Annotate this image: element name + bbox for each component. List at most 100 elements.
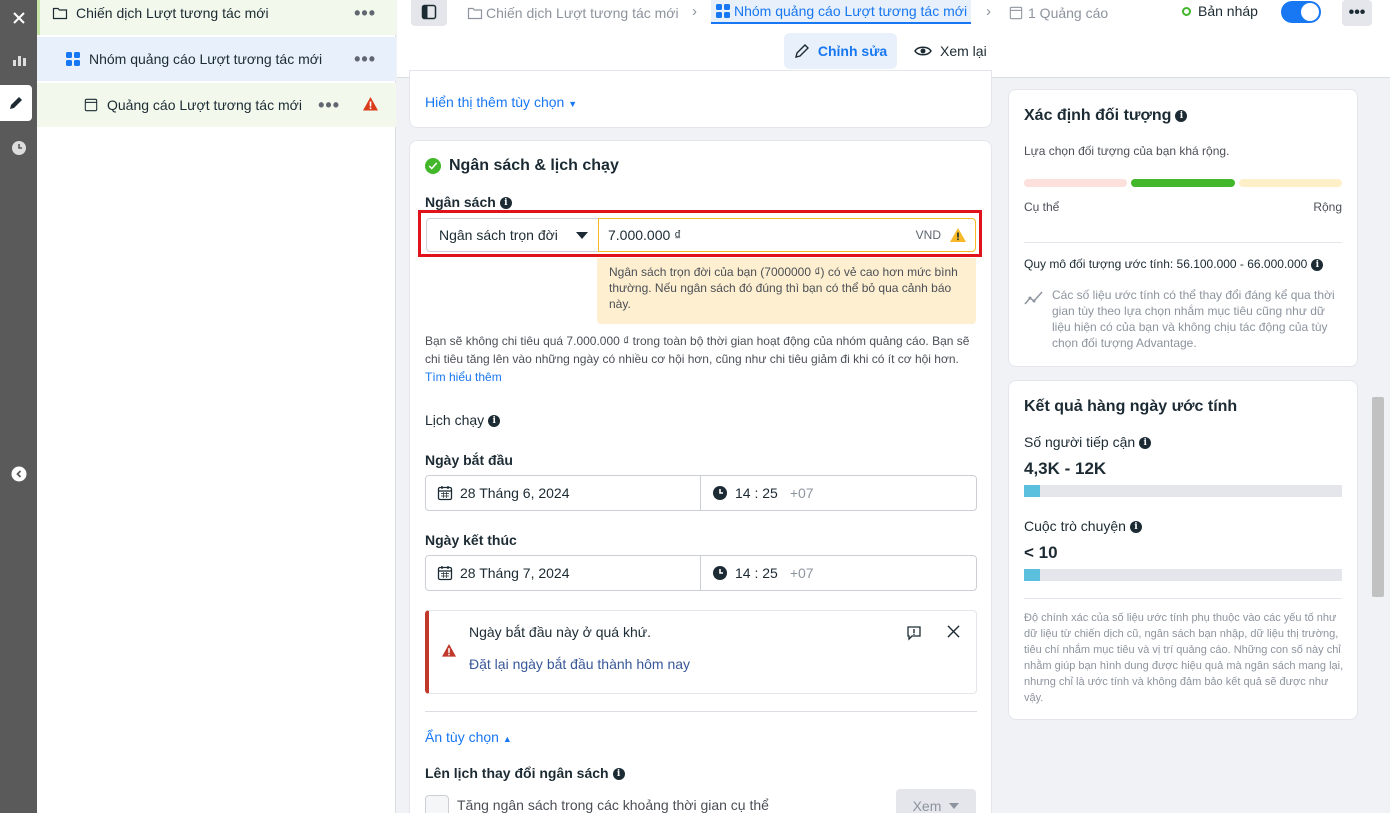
schedule-label-text: Lịch chạy: [425, 412, 485, 428]
tree-item-adset[interactable]: Nhóm quảng cáo Lượt tương tác mới •••: [37, 37, 396, 81]
results-footnote: Độ chính xác của số liệu ước tính phụ th…: [1024, 612, 1344, 704]
calendar-icon: [437, 486, 453, 501]
budget-type-select[interactable]: Ngân sách trọn đời: [426, 218, 599, 252]
budget-amount-input[interactable]: 7.000.000 ₫ VND: [598, 218, 976, 252]
reach-label-text: Số người tiếp cận: [1024, 434, 1136, 450]
info-icon[interactable]: i: [1139, 437, 1152, 450]
info-icon[interactable]: i: [612, 768, 625, 781]
breadcrumb-adset[interactable]: Nhóm quảng cáo Lượt tương tác mới: [711, 0, 972, 24]
start-date-label: Ngày bắt đầu: [425, 452, 513, 468]
end-time-input[interactable]: 14 : 25 +07: [701, 556, 814, 590]
divider: [425, 711, 977, 712]
budget-schedule-label-text: Lên lịch thay đổi ngân sách: [425, 765, 609, 781]
start-time-input[interactable]: 14 : 25 +07: [701, 476, 814, 510]
schedule-label: Lịch chạy i: [425, 412, 501, 428]
budget-amount-value: 7.000.000 ₫: [608, 227, 682, 243]
tree-ad-label: Quảng cáo Lượt tương tác mới: [107, 97, 302, 113]
adset-more-button[interactable]: •••: [354, 49, 376, 70]
see-button[interactable]: Xem: [896, 789, 976, 813]
hide-options-label: Ẩn tùy chọn: [425, 729, 499, 745]
end-date-value: 28 Tháng 7, 2024: [460, 565, 570, 581]
feedback-icon[interactable]: [906, 625, 922, 644]
conversations-label-text: Cuộc trò chuyện: [1024, 518, 1126, 534]
timezone-label: +07: [789, 565, 814, 581]
check-circle-icon: [425, 158, 441, 174]
hide-options-link[interactable]: Ẩn tùy chọn ▲: [425, 729, 512, 745]
review-button-label: Xem lại: [940, 43, 987, 59]
panel-toggle-button[interactable]: [411, 0, 447, 26]
meter-segment-specific: [1024, 179, 1128, 187]
top-bar: Chiến dịch Lượt tương tác mới › Nhóm quả…: [397, 0, 1390, 78]
show-more-options-label: Hiển thị thêm tùy chọn: [425, 94, 565, 110]
status-label: Bản nháp: [1198, 3, 1258, 19]
budget-description: Bạn sẽ không chi tiêu quá 7.000.000 ₫ tr…: [425, 332, 981, 386]
breadcrumb-ad[interactable]: 1 Quảng cáo: [1009, 3, 1108, 23]
info-icon[interactable]: i: [499, 197, 512, 210]
warning-icon: [362, 96, 379, 115]
breadcrumb-campaign[interactable]: Chiến dịch Lượt tương tác mới: [467, 3, 679, 23]
pencil-icon[interactable]: [0, 85, 32, 121]
info-icon[interactable]: i: [1129, 521, 1142, 534]
breadcrumb-adset-label: Nhóm quảng cáo Lượt tương tác mới: [734, 3, 968, 19]
close-icon[interactable]: [0, 0, 37, 36]
start-date-input[interactable]: 28 Tháng 6, 2024: [426, 476, 701, 510]
daily-results-card: Kết quả hàng ngày ước tính Số người tiếp…: [1008, 380, 1358, 720]
timezone-label: +07: [789, 485, 814, 501]
info-icon[interactable]: i: [1311, 258, 1324, 271]
conversations-value: < 10: [1024, 543, 1058, 562]
close-icon[interactable]: [947, 625, 960, 641]
reach-bar-fill: [1024, 485, 1040, 497]
end-datetime-field: 28 Tháng 7, 2024 14 : 25 +07: [425, 555, 977, 591]
scrollbar-thumb[interactable]: [1372, 397, 1384, 597]
review-button[interactable]: Xem lại: [914, 33, 987, 69]
edit-button-label: Chỉnh sửa: [817, 43, 888, 59]
audience-size-text: Quy mô đối tượng ước tính: 56.100.000 - …: [1024, 257, 1308, 271]
conversations-label: Cuộc trò chuyện i: [1024, 518, 1142, 534]
audience-description: Lựa chọn đối tượng của bạn khá rộng.: [1024, 144, 1230, 158]
budget-warning-message: Ngân sách trọn đời của bạn (7000000 ₫) c…: [597, 258, 976, 324]
campaign-more-button[interactable]: •••: [354, 3, 376, 24]
see-button-label: Xem: [912, 798, 942, 813]
folder-icon: [467, 5, 483, 21]
info-icon[interactable]: i: [1175, 109, 1188, 122]
audience-meter: [1024, 179, 1342, 187]
audience-note: Các số liệu ước tính có thể thay đổi đán…: [1052, 288, 1335, 350]
left-rail: [0, 0, 37, 813]
caret-up-icon: ▲: [502, 734, 512, 744]
chevron-right-icon: ›: [986, 3, 991, 20]
reach-label: Số người tiếp cận i: [1024, 434, 1152, 450]
meter-segment-broad: [1238, 179, 1342, 187]
more-button[interactable]: •••: [1342, 0, 1372, 26]
end-date-input[interactable]: 28 Tháng 7, 2024: [426, 556, 701, 590]
audience-title-text: Xác định đối tượng: [1024, 107, 1172, 124]
tree-item-campaign[interactable]: Chiến dịch Lượt tương tác mới •••: [37, 0, 396, 35]
caret-down-icon: [576, 232, 588, 239]
section-title: Ngân sách & lịch chạy: [425, 157, 619, 175]
start-time-value: 14 : 25: [735, 485, 778, 501]
edit-button[interactable]: Chỉnh sửa: [784, 33, 897, 69]
show-more-options-link[interactable]: Hiển thị thêm tùy chọn ▼: [425, 94, 577, 110]
audience-size: Quy mô đối tượng ước tính: 56.100.000 - …: [1024, 257, 1324, 271]
section-title-text: Ngân sách & lịch chạy: [449, 157, 619, 174]
tree-adset-label: Nhóm quảng cáo Lượt tương tác mới: [89, 51, 323, 67]
tree-item-ad[interactable]: Quảng cáo Lượt tương tác mới •••: [37, 83, 396, 127]
results-title: Kết quả hàng ngày ước tính: [1024, 398, 1238, 415]
budget-description-text: Bạn sẽ không chi tiêu quá 7.000.000 ₫ tr…: [425, 334, 970, 366]
chart-icon[interactable]: [0, 42, 37, 78]
info-icon[interactable]: i: [488, 415, 501, 428]
meter-segment-defined: [1131, 179, 1235, 187]
budget-label: Ngân sách i: [425, 194, 512, 210]
calendar-icon: [437, 566, 453, 581]
meter-label-broad: Rộng: [1313, 200, 1342, 214]
collapse-icon[interactable]: [0, 456, 37, 492]
budget-label-text: Ngân sách: [425, 194, 496, 210]
increase-budget-checkbox[interactable]: [425, 795, 449, 813]
publish-toggle[interactable]: [1281, 1, 1321, 23]
clock-icon: [713, 486, 727, 500]
reset-start-date-link[interactable]: Đặt lại ngày bắt đầu thành hôm nay: [469, 656, 690, 672]
learn-more-link[interactable]: Tìm hiểu thêm: [425, 370, 502, 384]
reach-bar: [1024, 485, 1342, 497]
clock-icon[interactable]: [0, 130, 37, 166]
ad-more-button[interactable]: •••: [318, 95, 340, 116]
end-date-label: Ngày kết thúc: [425, 532, 517, 548]
